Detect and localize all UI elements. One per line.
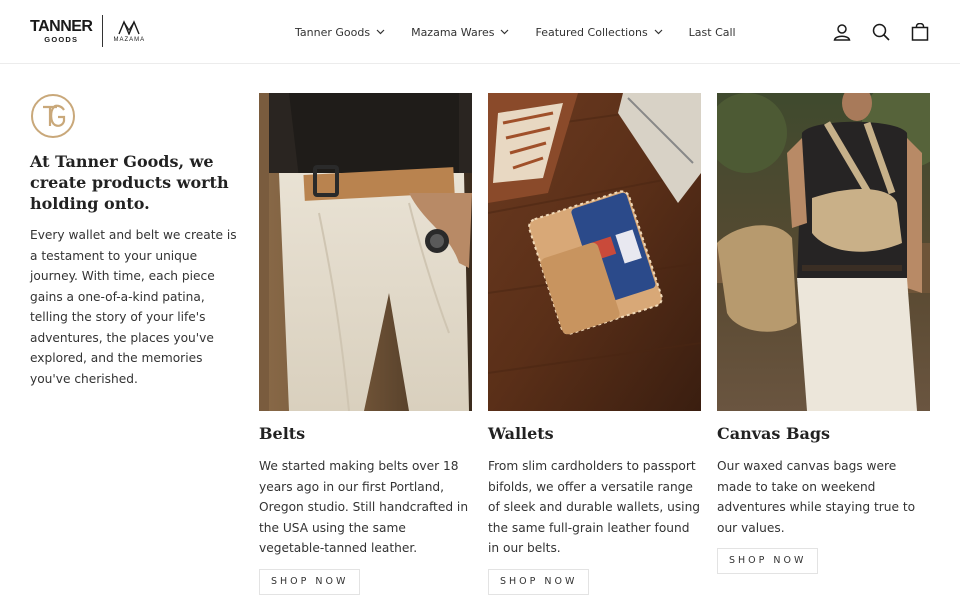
nav-featured-collections[interactable]: Featured Collections <box>535 25 663 39</box>
logo-tanner-text: TANNER <box>30 17 93 35</box>
nav-label: Tanner Goods <box>295 25 371 39</box>
canvas-bags-image <box>717 93 930 411</box>
shop-now-belts-button[interactable]: SHOP NOW <box>259 568 361 595</box>
intro-paragraph: Every wallet and belt we create is a tes… <box>30 228 237 386</box>
logo-divider <box>102 15 104 47</box>
nav-label: Featured Collections <box>535 25 648 39</box>
chevron-down-icon <box>376 29 385 35</box>
nav-tanner-goods[interactable]: Tanner Goods <box>295 26 385 39</box>
collection-title: Wallets <box>488 424 554 443</box>
belts-photo[interactable] <box>259 93 472 411</box>
belts-image <box>259 93 472 411</box>
logo-goods-text: GOODS <box>44 34 79 44</box>
collection-description: We started making belts over 18 years ag… <box>259 459 469 555</box>
collection-belts: Belts We started making belts over 18 ye… <box>259 93 472 595</box>
collection-title: Belts <box>259 424 306 443</box>
account-icon[interactable] <box>832 22 852 42</box>
header-icons <box>813 0 930 64</box>
shop-now-wallets-button[interactable]: SHOP NOW <box>488 568 590 595</box>
collection-description: Our waxed canvas bags were made to take … <box>717 459 916 535</box>
chevron-down-icon <box>501 29 509 35</box>
main-nav: Tanner Goods Mazama Wares Featured Colle… <box>295 0 762 64</box>
mazama-logo[interactable]: MAZAMA <box>113 19 145 43</box>
wallets-photo[interactable] <box>488 93 701 411</box>
mazama-mountain-icon <box>118 20 140 35</box>
collection-wallets: Wallets From slim cardholders to passpor… <box>488 93 701 595</box>
tg-monogram-icon <box>31 94 75 138</box>
cart-icon[interactable] <box>910 22 930 42</box>
nav-last-call[interactable]: Last Call <box>689 26 736 39</box>
logo-mazama-text: MAZAMA <box>113 37 146 43</box>
search-icon[interactable] <box>871 22 891 42</box>
collection-description: From slim cardholders to passport bifold… <box>488 459 701 555</box>
intro-heading: At Tanner Goods, we create products wort… <box>30 152 229 213</box>
site-header: TANNER GOODS MAZAMA Tanner Goods Mazama … <box>0 0 960 64</box>
chevron-down-icon <box>654 29 663 35</box>
nav-label: Mazama Wares <box>411 25 495 39</box>
canvas-bags-photo[interactable] <box>717 93 930 411</box>
tanner-goods-logo[interactable]: TANNER GOODS <box>30 17 93 44</box>
nav-mazama-wares[interactable]: Mazama Wares <box>411 26 509 39</box>
nav-label: Last Call <box>688 25 736 39</box>
shop-now-canvas-bags-button[interactable]: SHOP NOW <box>717 548 819 574</box>
brand-logo[interactable]: TANNER GOODS MAZAMA <box>30 14 145 48</box>
wallets-image <box>488 93 701 411</box>
collection-title: Canvas Bags <box>717 424 831 443</box>
intro-block: At Tanner Goods, we create products wort… <box>30 93 240 389</box>
collection-canvas-bags: Canvas Bags Our waxed canvas bags were m… <box>717 93 930 574</box>
